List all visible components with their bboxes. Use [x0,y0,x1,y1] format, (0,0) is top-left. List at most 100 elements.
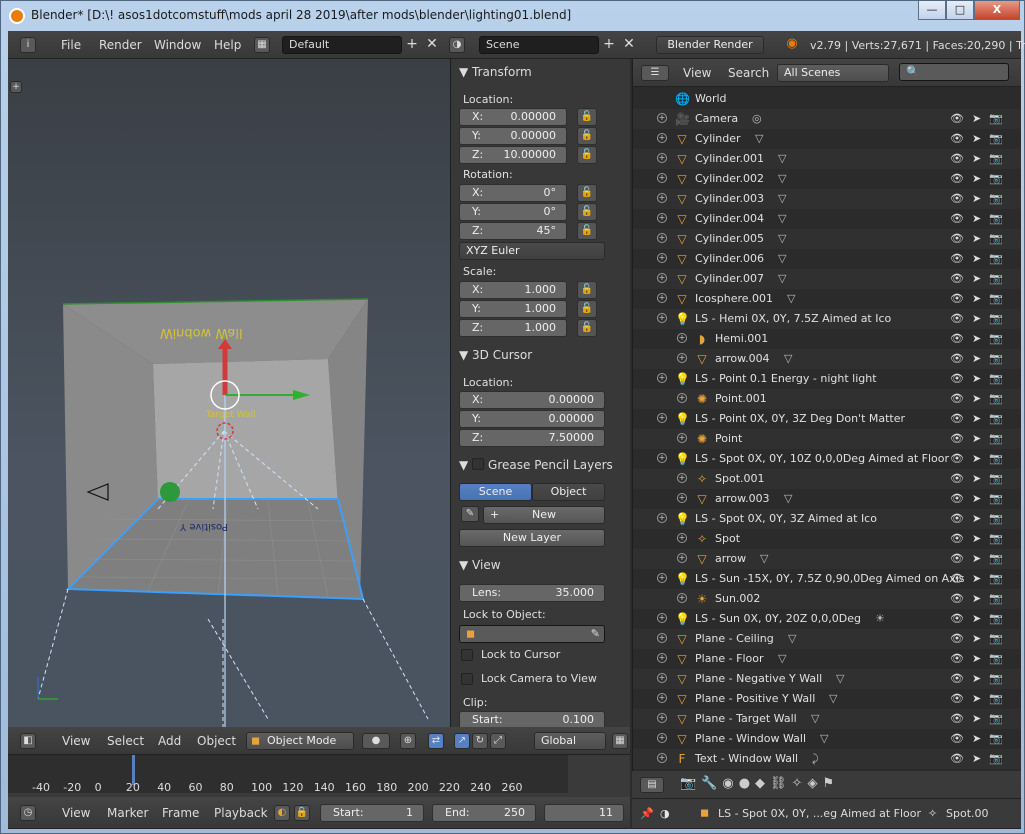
clip-start-field[interactable]: Start: 0.100 [459,711,605,727]
outliner-row[interactable]: + 💡 LS - Sun 0X, 0Y, 20Z 0,0,0Deg ☀ 👁 ➤ 📷 [633,609,1021,629]
pivot-icon[interactable]: ⊕ [400,733,416,749]
expand-icon[interactable]: + [657,673,667,683]
visibility-eye-icon[interactable]: 👁 [950,412,964,425]
lock-icon[interactable]: 🔓 [577,319,597,337]
outliner-row[interactable]: + ☀ Sun.002 👁 ➤ 📷 [633,589,1021,609]
loc-z-field[interactable]: Z: 10.00000 [459,146,567,164]
timeline-menu-view[interactable]: View [62,806,90,820]
expand-icon[interactable]: + [657,113,667,123]
rotation-mode-select[interactable]: XYZ Euler [459,242,605,260]
visibility-eye-icon[interactable]: 👁 [950,332,964,345]
outliner-row[interactable]: + ▽ arrow.003 ▽ 👁 ➤ 📷 [633,489,1021,509]
rot-x-field[interactable]: X: 0° [459,184,567,202]
outliner-editor-icon[interactable]: ☰ [641,65,669,81]
rotate-icon[interactable]: ↻ [472,733,488,749]
scale-y-field[interactable]: Y: 1.000 [459,300,567,318]
info-editor-icon[interactable]: i [20,37,36,53]
timeline-menu-playback[interactable]: Playback [214,806,268,820]
outliner-row[interactable]: + ▽ Cylinder.003 ▽ 👁 ➤ 📷 [633,189,1021,209]
render-engine-select[interactable]: Blender Render [656,36,764,54]
expand-icon[interactable]: + [657,293,667,303]
selectable-cursor-icon[interactable]: ➤ [972,112,981,125]
visibility-eye-icon[interactable]: 👁 [950,512,964,525]
transform-header[interactable]: ▼ Transform [459,65,532,79]
visibility-eye-icon[interactable]: 👁 [950,172,964,185]
grease-pencil-checkbox[interactable] [472,458,485,470]
render-camera-icon[interactable]: 📷 [989,152,1003,165]
outliner-item-name[interactable]: LS - Hemi 0X, 0Y, 7.5Z Aimed at Ico [695,312,891,325]
start-frame-field[interactable]: Start: 1 [320,804,424,822]
render-camera-icon[interactable]: 📷 [989,392,1003,405]
selectable-cursor-icon[interactable]: ➤ [972,172,981,185]
eyedropper-icon[interactable]: ✎ [591,626,600,642]
outliner-item-name[interactable]: Spot.001 [715,472,765,485]
selectable-cursor-icon[interactable]: ➤ [972,692,981,705]
lock-range-icon[interactable]: 🔒 [294,805,310,821]
outliner-menu-view[interactable]: View [683,66,711,80]
end-frame-field[interactable]: End: 250 [432,804,536,822]
expand-icon[interactable]: + [657,273,667,283]
layout-select[interactable]: Default [282,36,402,54]
3d-view-editor-icon[interactable]: ◧ [20,733,36,749]
grease-pencil-header[interactable]: ▼ Grease Pencil Layers [459,457,613,472]
render-camera-icon[interactable]: 📷 [989,472,1003,485]
add-layout-icon[interactable]: + [404,37,420,53]
outliner-row[interactable]: + ◗ Hemi.001 👁 ➤ 📷 [633,329,1021,349]
selectable-cursor-icon[interactable]: ➤ [972,732,981,745]
cursor-header[interactable]: ▼ 3D Cursor [459,348,532,362]
selectable-cursor-icon[interactable]: ➤ [972,592,981,605]
expand-icon[interactable]: + [657,313,667,323]
render-camera-icon[interactable]: 📷 [989,672,1003,685]
outliner-item-name[interactable]: Cylinder.005 [695,232,764,245]
render-camera-icon[interactable]: 📷 [989,652,1003,665]
pin-icon[interactable]: 📌 [640,807,654,820]
render-camera-icon[interactable]: 📷 [989,492,1003,505]
render-camera-icon[interactable]: 📷 [989,512,1003,525]
outliner-item-name[interactable]: Point.001 [715,392,767,405]
timeline-menu-marker[interactable]: Marker [107,806,148,820]
outliner-item-name[interactable]: Hemi.001 [715,332,768,345]
visibility-eye-icon[interactable]: 👁 [950,152,964,165]
visibility-eye-icon[interactable]: 👁 [950,632,964,645]
visibility-eye-icon[interactable]: 👁 [950,132,964,145]
outliner-menu-search[interactable]: Search [728,66,769,80]
outliner-row[interactable]: + ▽ Plane - Negative Y Wall ▽ 👁 ➤ 📷 [633,669,1021,689]
render-camera-icon[interactable]: 📷 [989,112,1003,125]
outliner-item-name[interactable]: Text - Window Wall [695,752,798,765]
scale-z-field[interactable]: Z: 1.000 [459,319,567,337]
outliner-item-name[interactable]: Plane - Positive Y Wall [695,692,815,705]
selectable-cursor-icon[interactable]: ➤ [972,532,981,545]
render-camera-icon[interactable]: 📷 [989,412,1003,425]
expand-icon[interactable]: + [677,533,687,543]
visibility-eye-icon[interactable]: 👁 [950,232,964,245]
outliner-row[interactable]: + ▽ Cylinder.004 ▽ 👁 ➤ 📷 [633,209,1021,229]
expand-icon[interactable]: + [677,473,687,483]
scale-x-field[interactable]: X: 1.000 [459,281,567,299]
rot-z-field[interactable]: Z: 45° [459,222,567,240]
outliner-item-name[interactable]: arrow.003 [715,492,770,505]
outliner-item-name[interactable]: Cylinder.004 [695,212,764,225]
outliner-item-name[interactable]: Plane - Target Wall [695,712,797,725]
outliner-row[interactable]: + 💡 LS - Spot 0X, 0Y, 3Z Aimed at Ico 👁 ➤ 📷 [633,509,1021,529]
scene-icon[interactable]: ◑ [449,37,465,53]
timeline-editor-icon[interactable]: ◷ [20,805,36,821]
render-camera-icon[interactable]: 📷 [989,712,1003,725]
outliner-item-name[interactable]: Cylinder.003 [695,192,764,205]
expand-icon[interactable]: + [657,573,667,583]
visibility-eye-icon[interactable]: 👁 [950,372,964,385]
translate-icon[interactable]: ↗ [454,733,470,749]
expand-icon[interactable]: + [657,413,667,423]
outliner-row[interactable]: + ▽ Plane - Window Wall ▽ 👁 ➤ 📷 [633,729,1021,749]
selectable-cursor-icon[interactable]: ➤ [972,292,981,305]
lock-icon[interactable]: 🔓 [577,281,597,299]
render-camera-icon[interactable]: 📷 [989,372,1003,385]
viewport-menu-view[interactable]: View [62,734,90,748]
outliner-item-name[interactable]: LS - Spot 0X, 0Y, 3Z Aimed at Ico [695,512,877,525]
menu-window[interactable]: Window [154,38,201,52]
expand-icon[interactable]: + [657,713,667,723]
outliner-item-name[interactable]: arrow [715,552,746,565]
remove-layout-icon[interactable]: ✕ [424,37,440,53]
selectable-cursor-icon[interactable]: ➤ [972,392,981,405]
selectable-cursor-icon[interactable]: ➤ [972,752,981,765]
outliner-item-name[interactable]: LS - Point 0.1 Energy - night light [695,372,877,385]
